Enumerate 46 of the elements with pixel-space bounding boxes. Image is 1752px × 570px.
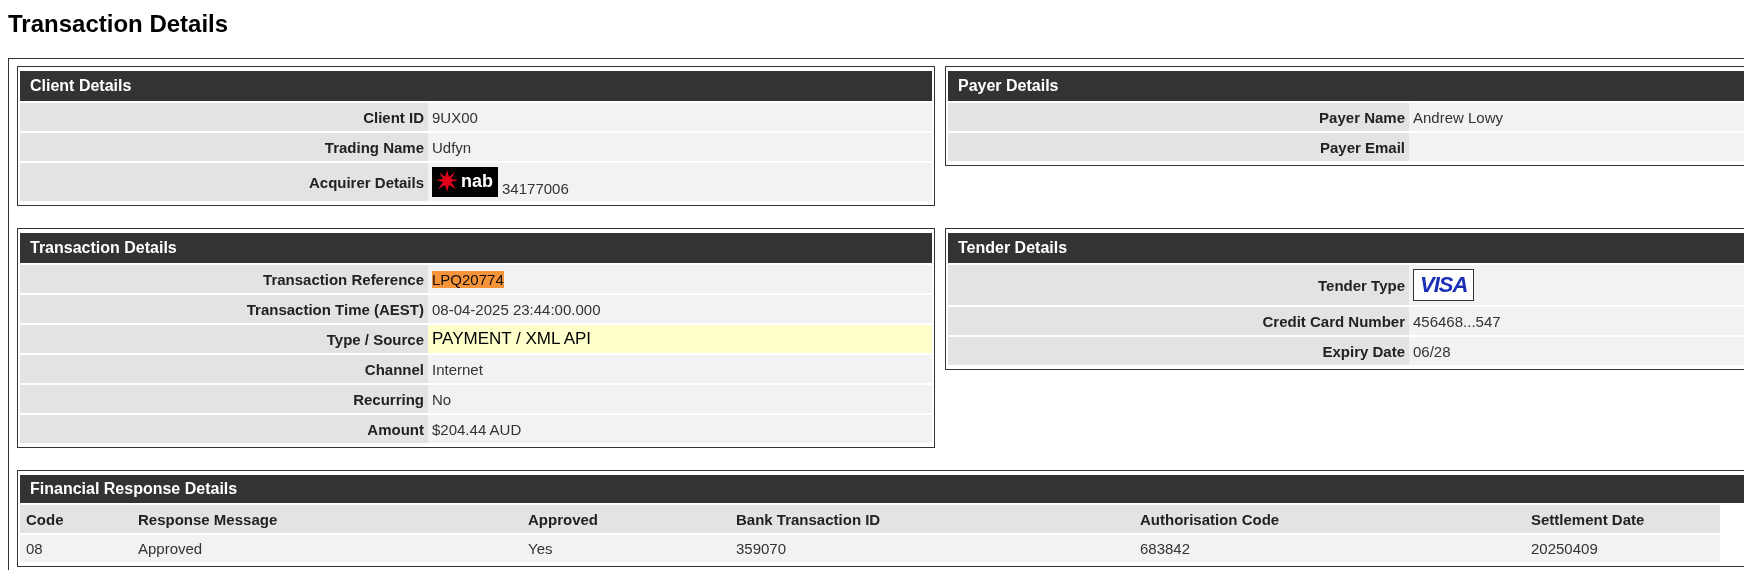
panel-header: Payer Details — [948, 71, 1744, 101]
field-value: Internet — [432, 360, 483, 378]
field-value: PAYMENT / XML API — [432, 329, 592, 348]
field-label: Amount — [20, 415, 428, 443]
field-label: Payer Name — [948, 103, 1409, 131]
bank-logo: nab — [432, 167, 498, 197]
panel-header: Transaction Details — [20, 233, 932, 263]
panel-header: Financial Response Details — [20, 475, 1744, 503]
table-cell: Yes — [522, 535, 730, 562]
field-value: $204.44 AUD — [432, 420, 522, 438]
column-header: Approved — [522, 505, 730, 533]
table-cell: 359070 — [730, 535, 1134, 562]
field-value: 06/28 — [1413, 342, 1451, 360]
column-header: Bank Transaction ID — [730, 505, 1134, 533]
field-label: Transaction Time (AEST) — [20, 295, 428, 323]
column-header: Authorisation Code — [1134, 505, 1525, 533]
field-value: 456468...547 — [1413, 312, 1501, 330]
card-logo: VISA — [1413, 269, 1475, 301]
field-label: Transaction Reference — [20, 265, 428, 293]
page-title: Transaction Details — [8, 10, 230, 38]
column-header: Response Message — [132, 505, 522, 533]
field-label: Type / Source — [20, 325, 428, 353]
panel-header: Tender Details — [948, 233, 1744, 263]
field-value: 08-04-2025 23:44:00.000 — [432, 300, 601, 318]
field-label: Tender Type — [948, 265, 1409, 305]
field-label: Trading Name — [20, 133, 428, 161]
field-value: LPQ20774 — [432, 270, 504, 288]
panel-header: Client Details — [20, 71, 932, 101]
field-label: Expiry Date — [948, 337, 1409, 365]
table-cell: 08 — [20, 535, 132, 562]
column-header: Code — [20, 505, 132, 533]
field-label: Channel — [20, 355, 428, 383]
table-cell: 683842 — [1134, 535, 1525, 562]
field-value: Andrew Lowy — [1413, 108, 1504, 126]
table-cell: 20250409 — [1525, 535, 1720, 562]
field-value: 9UX00 — [432, 108, 478, 126]
field-label: Credit Card Number — [948, 307, 1409, 335]
field-label: Acquirer Details — [20, 163, 428, 201]
table-cell: Approved — [132, 535, 522, 562]
column-header: Settlement Date — [1525, 505, 1720, 533]
field-value: 34177006 — [502, 180, 569, 197]
field-value: Udfyn — [432, 138, 472, 156]
field-label: Client ID — [20, 103, 428, 131]
field-label: Payer Email — [948, 133, 1409, 161]
field-value: No — [432, 390, 452, 408]
field-label: Recurring — [20, 385, 428, 413]
